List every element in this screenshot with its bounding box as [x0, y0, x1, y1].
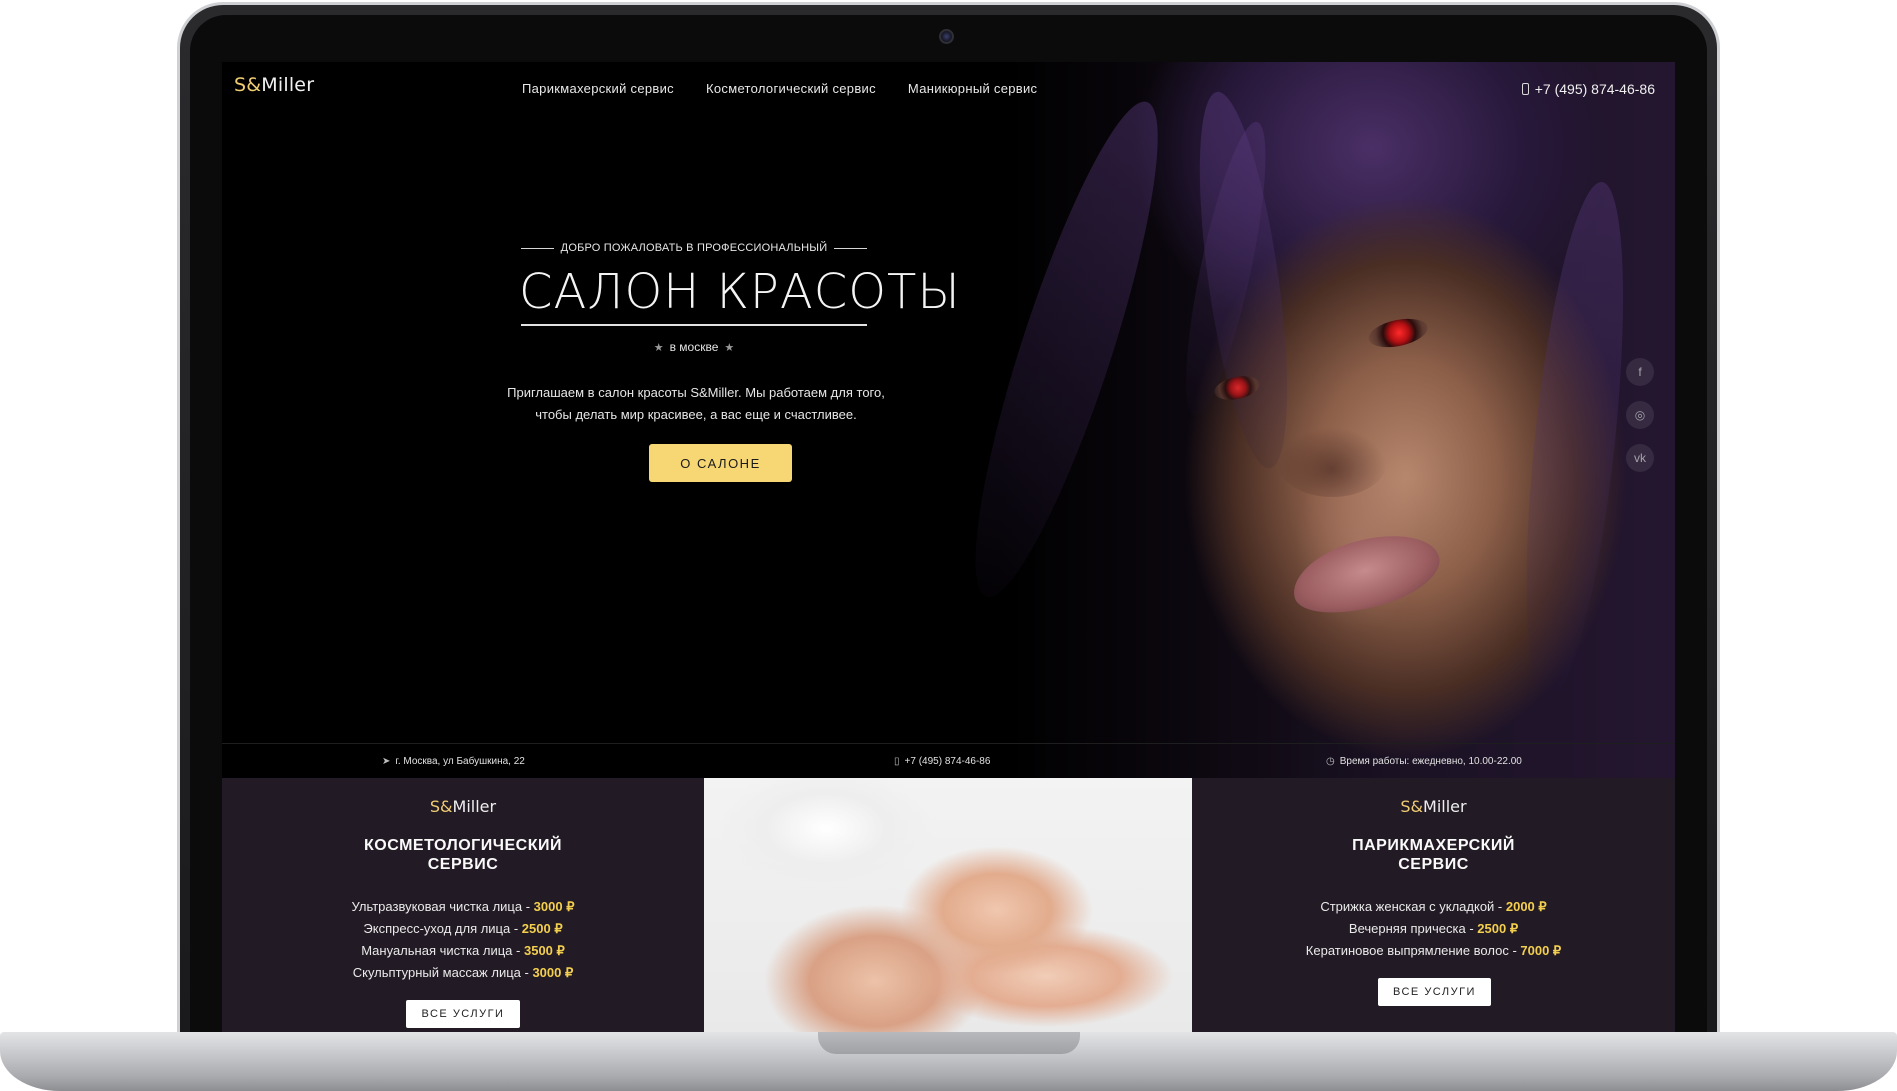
star-icon: ★	[653, 341, 664, 354]
star-icon: ★	[724, 341, 735, 354]
price-item: Вечерняя прическа - 2500 ₽	[1192, 918, 1675, 940]
logo-accent: S&	[234, 74, 262, 96]
site-logo[interactable]: S&Miller	[234, 74, 314, 96]
title-underline	[521, 324, 867, 326]
price-item: Мануальная чистка лица - 3500 ₽	[222, 940, 704, 962]
camera-icon	[939, 29, 954, 44]
hero-section: S&Miller Парикмахерский сервис Косметоло…	[222, 62, 1675, 778]
intro-text: Приглашаем в салон красоты S&Miller. Мы …	[486, 382, 906, 426]
vk-icon[interactable]: vk	[1626, 444, 1654, 472]
card-title: КОСМЕТОЛОГИЧЕСКИЙ СЕРВИС	[222, 836, 704, 874]
price-item: Кератиновое выпрямление волос - 7000 ₽	[1192, 940, 1675, 962]
service-price: 3500 ₽	[523, 943, 565, 958]
hairdressing-card: S&Miller ПАРИКМАХЕРСКИЙ СЕРВИС Стрижка ж…	[1192, 778, 1675, 1032]
welcome-text: ДОБРО ПОЖАЛОВАТЬ В ПРОФЕССИОНАЛЬНЫЙ	[560, 242, 828, 254]
divider-line	[834, 247, 867, 249]
hours-text: Время работы: ежедневно, 10.00-22.00	[1339, 756, 1522, 767]
service-price: 2500 ₽	[1477, 921, 1519, 936]
location-arrow-icon: ➤	[382, 756, 391, 767]
info-phone[interactable]: ▯ +7 (495) 874-46-86	[894, 756, 990, 767]
price-list: Ультразвуковая чистка лица - 3000 ₽ Эксп…	[222, 896, 704, 984]
price-item: Скульптурный массаж лица - 3000 ₽	[222, 962, 704, 984]
intro-line-1: Приглашаем в салон красоты S&Miller. Мы …	[507, 385, 885, 400]
logo-accent: S&	[429, 797, 453, 816]
card-title-line-1: ПАРИКМАХЕРСКИЙ	[1352, 837, 1515, 854]
price-item: Ультразвуковая чистка лица - 3000 ₽	[222, 896, 704, 918]
service-price: 3000 ₽	[533, 899, 575, 914]
nav-item-cosmetology[interactable]: Косметологический сервис	[706, 81, 876, 96]
card-title-line-2: СЕРВИС	[427, 856, 499, 873]
service-name: Экспресс-уход для лица -	[363, 921, 522, 936]
main-nav: Парикмахерский сервис Косметологический …	[522, 81, 1037, 96]
card-title-line-1: КОСМЕТОЛОГИЧЕСКИЙ	[364, 837, 562, 854]
service-price: 3000 ₽	[532, 965, 574, 980]
info-bar: ➤ г. Москва, ул Бабушкина, 22 ▯ +7 (495)…	[222, 743, 1675, 778]
clock-icon: ◷	[1326, 756, 1335, 767]
laptop-base	[0, 1032, 1897, 1091]
facebook-icon[interactable]: f	[1626, 358, 1654, 386]
face-shading	[1277, 427, 1387, 497]
about-salon-button[interactable]: О САЛОНЕ	[649, 444, 792, 482]
info-phone-text: +7 (495) 874-46-86	[904, 756, 991, 767]
nav-item-manicure[interactable]: Маникюрный сервис	[908, 81, 1037, 96]
laptop-notch	[818, 1032, 1080, 1054]
all-services-button[interactable]: ВСЕ УСЛУГИ	[1378, 978, 1491, 1006]
service-name: Стрижка женская с укладкой -	[1320, 899, 1506, 914]
logo-text: Miller	[261, 74, 315, 96]
card-logo: S&Miller	[1192, 797, 1675, 816]
header-phone-number: +7 (495) 874-46-86	[1534, 81, 1655, 97]
price-list: Стрижка женская с укладкой - 2000 ₽ Вече…	[1192, 896, 1675, 962]
divider-line	[521, 247, 554, 249]
logo-text: Miller	[1423, 797, 1467, 816]
service-name: Скульптурный массаж лица -	[352, 965, 533, 980]
manicure-photo	[704, 778, 1192, 1032]
service-price: 7000 ₽	[1520, 943, 1562, 958]
service-price: 2500 ₽	[521, 921, 563, 936]
card-title: ПАРИКМАХЕРСКИЙ СЕРВИС	[1192, 836, 1675, 874]
card-title-line-2: СЕРВИС	[1398, 856, 1469, 873]
all-services-button[interactable]: ВСЕ УСЛУГИ	[406, 1000, 520, 1028]
welcome-row: ДОБРО ПОЖАЛОВАТЬ В ПРОФЕССИОНАЛЬНЫЙ	[521, 242, 867, 254]
nav-item-hairdressing[interactable]: Парикмахерский сервис	[522, 81, 674, 96]
city-text: в москве	[669, 340, 719, 354]
instagram-icon[interactable]: ◎	[1626, 401, 1654, 429]
price-item: Экспресс-уход для лица - 2500 ₽	[222, 918, 704, 940]
intro-line-2: чтобы делать мир красивее, а вас еще и с…	[535, 407, 857, 422]
service-name: Кератиновое выпрямление волос -	[1305, 943, 1521, 958]
service-name: Вечерняя прическа -	[1348, 921, 1478, 936]
logo-accent: S&	[1400, 797, 1424, 816]
info-address: ➤ г. Москва, ул Бабушкина, 22	[382, 756, 525, 767]
website-screen: S&Miller Парикмахерский сервис Косметоло…	[222, 62, 1675, 1032]
logo-text: Miller	[452, 797, 497, 816]
card-logo: S&Miller	[222, 797, 704, 816]
hero-title: САЛОН КРАСОТЫ	[519, 264, 961, 320]
info-hours: ◷ Время работы: ежедневно, 10.00-22.00	[1326, 756, 1522, 767]
city-row: ★ в москве ★	[521, 340, 867, 354]
price-item: Стрижка женская с укладкой - 2000 ₽	[1192, 896, 1675, 918]
address-text: г. Москва, ул Бабушкина, 22	[395, 756, 525, 767]
cosmetology-card: S&Miller КОСМЕТОЛОГИЧЕСКИЙ СЕРВИС Ультра…	[222, 778, 704, 1032]
phone-icon: ▯	[894, 756, 900, 767]
service-cards: S&Miller КОСМЕТОЛОГИЧЕСКИЙ СЕРВИС Ультра…	[222, 778, 1675, 1032]
social-links: f ◎ vk	[1626, 358, 1654, 472]
header-phone[interactable]: +7 (495) 874-46-86	[1521, 81, 1655, 97]
phone-icon	[1521, 83, 1529, 95]
service-name: Мануальная чистка лица -	[361, 943, 524, 958]
service-name: Ультразвуковая чистка лица -	[351, 899, 534, 914]
service-price: 2000 ₽	[1505, 899, 1547, 914]
